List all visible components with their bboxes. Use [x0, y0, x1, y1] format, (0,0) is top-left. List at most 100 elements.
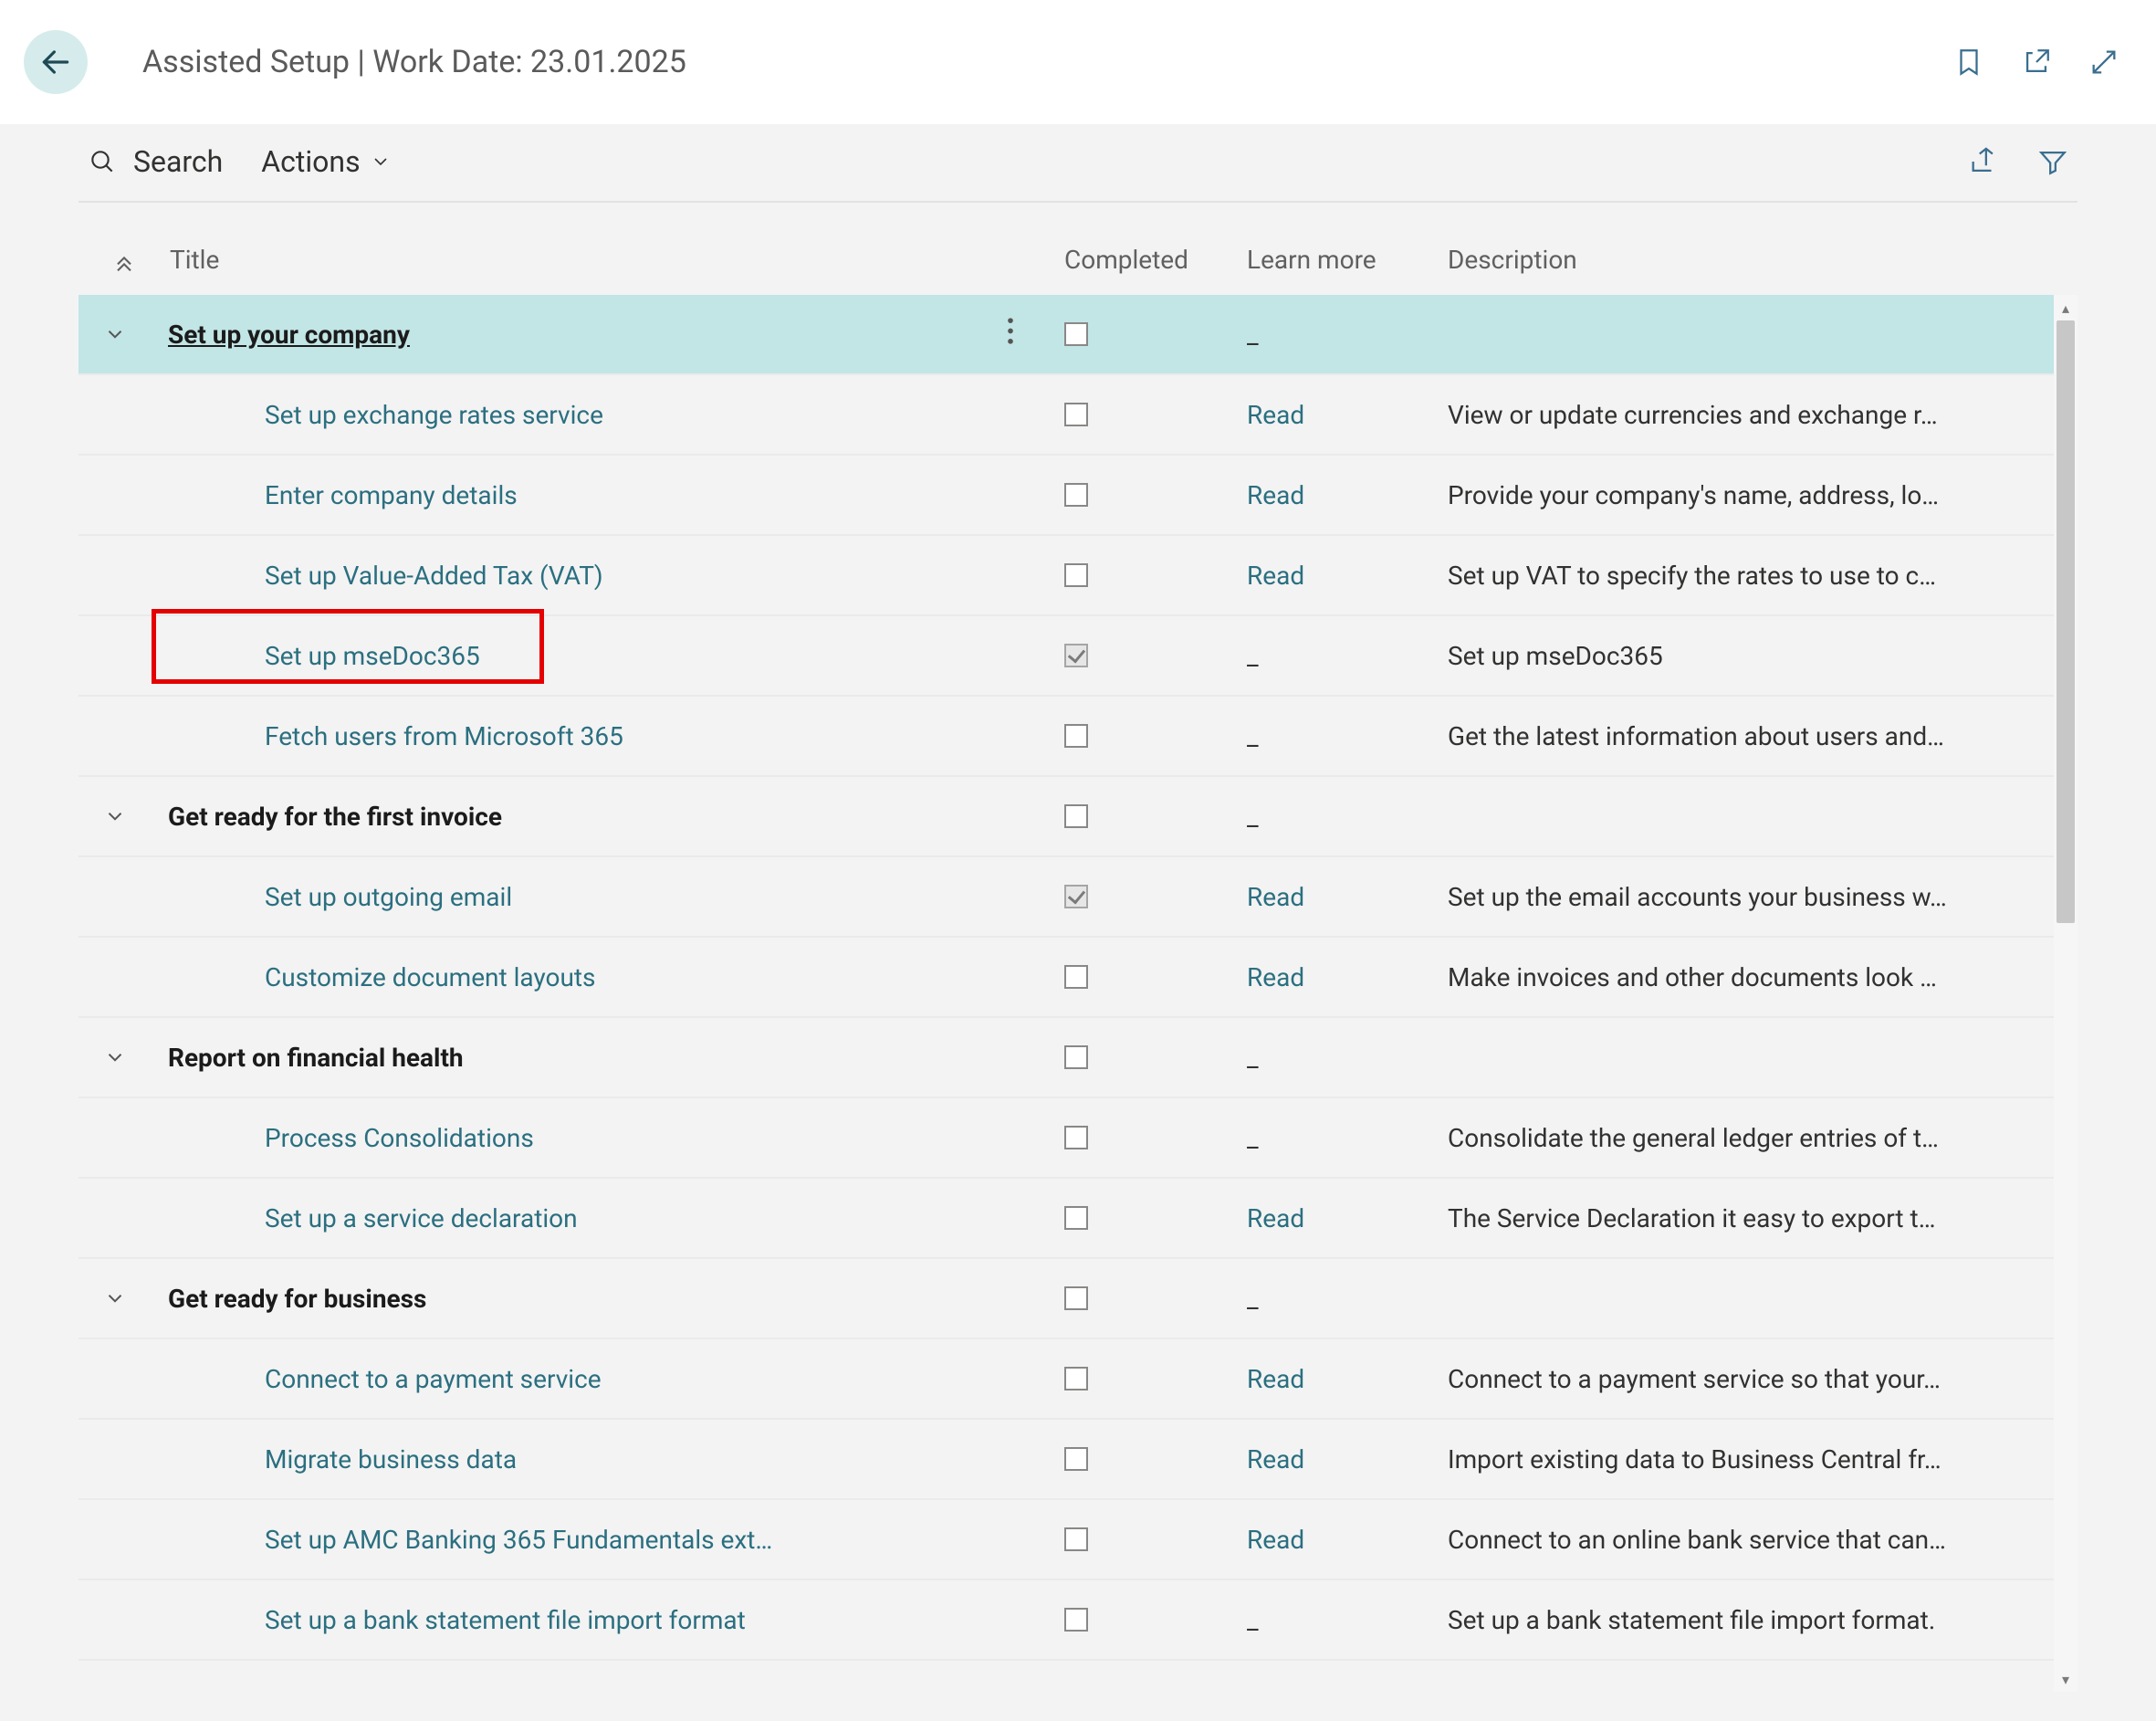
row-toggle[interactable] [78, 1045, 152, 1069]
row-title-text: Report on financial health [168, 1043, 464, 1073]
column-header-row: Title Completed Learn more Description [78, 203, 2078, 295]
completed-checkbox[interactable] [1064, 1045, 1088, 1069]
table-row[interactable]: Set up outgoing emailReadSet up the emai… [78, 857, 2078, 938]
table-row[interactable]: Enter company details ReadProvide your co… [78, 456, 2078, 536]
row-title-text: Get ready for business [168, 1284, 426, 1314]
bookmark-button[interactable] [1953, 47, 1984, 78]
row-title-text: Set up a bank statement file import form… [265, 1605, 746, 1635]
learn-more-link[interactable]: Read [1247, 1364, 1448, 1394]
row-toggle[interactable] [78, 804, 152, 828]
row-title[interactable]: Migrate business data [152, 1444, 1064, 1474]
row-title[interactable]: Report on financial health [152, 1043, 1064, 1073]
completed-checkbox[interactable] [1064, 563, 1088, 587]
row-title[interactable]: Enter company details [152, 480, 1064, 510]
row-title[interactable]: Set up a service declaration [152, 1203, 1064, 1233]
column-description[interactable]: Description [1448, 245, 2078, 275]
row-toggle[interactable] [78, 1286, 152, 1310]
completed-checkbox[interactable] [1064, 1206, 1088, 1230]
filter-button[interactable] [2037, 146, 2068, 177]
actions-label: Actions [261, 144, 360, 179]
completed-checkbox[interactable] [1064, 403, 1088, 426]
learn-more-link[interactable]: Read [1247, 561, 1448, 591]
action-bar: Search Actions [78, 133, 2078, 203]
learn-more-link[interactable]: Read [1247, 1444, 1448, 1474]
completed-cell [1064, 1126, 1247, 1149]
completed-checkbox[interactable] [1064, 1286, 1088, 1310]
collapse-all-button[interactable] [111, 249, 137, 275]
row-title[interactable]: Set up mseDoc365 [152, 641, 1064, 671]
completed-checkbox[interactable] [1064, 1608, 1088, 1632]
description-cell: Provide your company's name, address, lo… [1448, 480, 2078, 510]
table-row[interactable]: Process Consolidations_Consolidate the g… [78, 1098, 2078, 1179]
column-learn-more[interactable]: Learn more [1247, 246, 1448, 275]
learn-more-link[interactable]: Read [1247, 962, 1448, 992]
completed-checkbox[interactable] [1064, 1447, 1088, 1471]
learn-more-link[interactable]: Read [1247, 400, 1448, 430]
completed-cell [1064, 804, 1247, 828]
row-title[interactable]: Get ready for business [152, 1284, 1064, 1314]
learn-more-link[interactable]: Read [1247, 480, 1448, 510]
completed-checkbox[interactable] [1064, 644, 1088, 667]
group-row[interactable]: Set up your company_ [78, 295, 2078, 375]
scrollbar[interactable]: ▴ ▾ [2054, 295, 2078, 1692]
row-title[interactable]: Set up outgoing email [152, 882, 1064, 912]
scroll-down-arrow[interactable]: ▾ [2054, 1666, 2078, 1692]
table-row[interactable]: Connect to a payment serviceReadConnect … [78, 1339, 2078, 1420]
row-toggle[interactable] [78, 322, 152, 346]
row-title[interactable]: Get ready for the first invoice [152, 802, 1064, 832]
row-title-text: Set up your company [168, 320, 410, 350]
popout-icon [2021, 47, 2052, 78]
row-title[interactable]: Set up AMC Banking 365 Fundamentals ext… [152, 1525, 1064, 1555]
actions-menu[interactable]: Actions [261, 144, 391, 179]
row-title[interactable]: Set up a bank statement file import form… [152, 1605, 1064, 1635]
completed-checkbox[interactable] [1064, 804, 1088, 828]
row-title[interactable]: Fetch users from Microsoft 365 [152, 721, 1064, 751]
row-title[interactable]: Customize document layouts [152, 962, 1064, 992]
table-row[interactable]: Migrate business dataReadImport existing… [78, 1420, 2078, 1500]
group-row[interactable]: Report on financial health_ [78, 1018, 2078, 1098]
scrollbar-thumb[interactable] [2057, 320, 2075, 923]
row-title[interactable]: Process Consolidations [152, 1123, 1064, 1153]
row-title[interactable]: Set up exchange rates service [152, 400, 1064, 430]
column-title[interactable]: Title [170, 245, 1064, 275]
table-row[interactable]: Set up Value-Added Tax (VAT)ReadSet up V… [78, 536, 2078, 616]
group-row[interactable]: Get ready for business_ [78, 1259, 2078, 1339]
table-row[interactable]: Set up a service declarationReadThe Serv… [78, 1179, 2078, 1259]
expand-button[interactable] [2088, 47, 2119, 78]
completed-checkbox[interactable] [1064, 1367, 1088, 1390]
table-row[interactable]: Set up a bank statement file import form… [78, 1580, 2078, 1661]
table-row[interactable]: Set up mseDoc365_Set up mseDoc365 [78, 616, 2078, 697]
row-title-text: Set up a service declaration [265, 1203, 578, 1233]
table-row[interactable]: Set up AMC Banking 365 Fundamentals ext…… [78, 1500, 2078, 1580]
chevron-down-icon [103, 1045, 127, 1069]
row-title[interactable]: Connect to a payment service [152, 1364, 1064, 1394]
share-icon [1968, 146, 1999, 177]
search-action[interactable]: Search [88, 144, 223, 179]
row-title[interactable]: Set up your company [152, 320, 1064, 350]
completed-checkbox[interactable] [1064, 965, 1088, 989]
table-row[interactable]: Customize document layoutsReadMake invoi… [78, 938, 2078, 1018]
scroll-up-arrow[interactable]: ▴ [2054, 295, 2078, 320]
table-row[interactable]: Fetch users from Microsoft 365_Get the l… [78, 697, 2078, 777]
learn-more-link[interactable]: Read [1247, 1203, 1448, 1233]
bookmark-icon [1953, 47, 1984, 78]
completed-checkbox[interactable] [1064, 885, 1088, 908]
row-title[interactable]: Set up Value-Added Tax (VAT) [152, 561, 1064, 591]
learn-more-link[interactable]: Read [1247, 1525, 1448, 1555]
completed-checkbox[interactable] [1064, 483, 1088, 507]
row-more-actions[interactable] [1000, 310, 1020, 359]
group-row[interactable]: Get ready for the first invoice_ [78, 777, 2078, 857]
back-button[interactable] [24, 30, 88, 94]
share-button[interactable] [1968, 146, 1999, 177]
popout-button[interactable] [2021, 47, 2052, 78]
learn-more-link[interactable]: Read [1247, 882, 1448, 912]
completed-checkbox[interactable] [1064, 1527, 1088, 1551]
completed-cell [1064, 724, 1247, 748]
expand-icon [2088, 47, 2119, 78]
learn-more-dash: _ [1247, 1605, 1448, 1635]
table-row[interactable]: Set up exchange rates serviceReadView or… [78, 375, 2078, 456]
completed-checkbox[interactable] [1064, 322, 1088, 346]
column-completed[interactable]: Completed [1064, 245, 1247, 275]
completed-checkbox[interactable] [1064, 724, 1088, 748]
completed-checkbox[interactable] [1064, 1126, 1088, 1149]
